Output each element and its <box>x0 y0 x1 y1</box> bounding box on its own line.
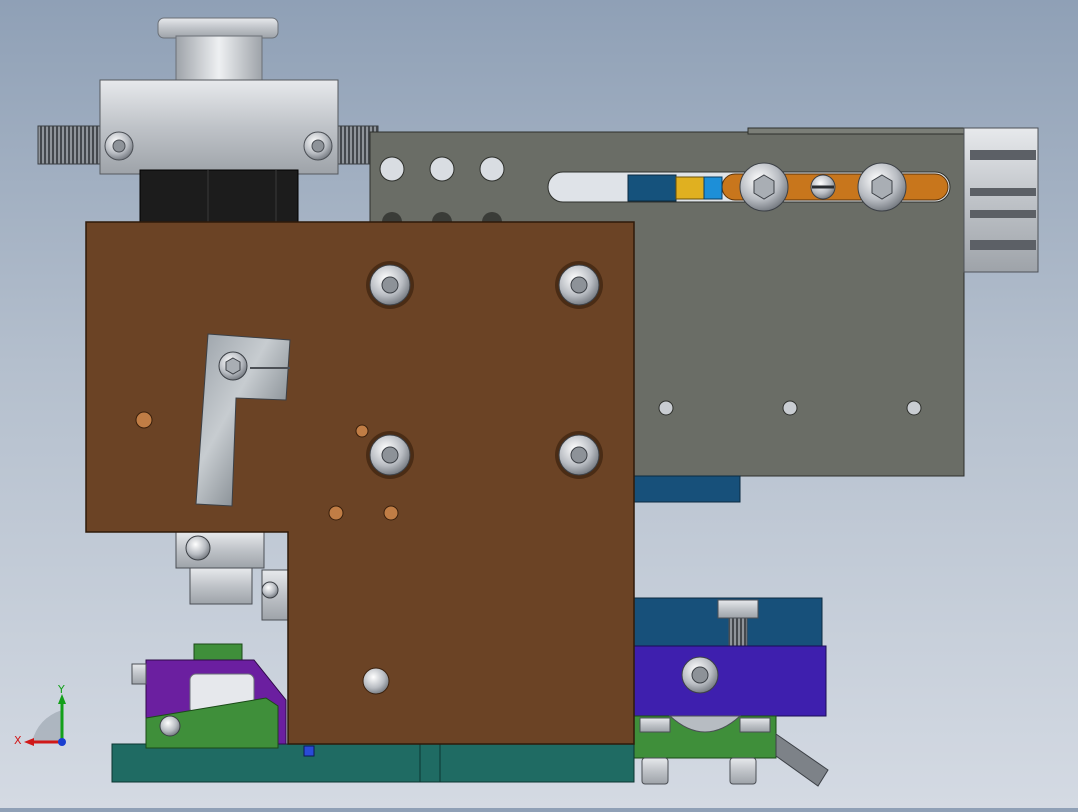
x-axis-label: X <box>14 734 22 747</box>
silver-block-lower <box>189 567 253 605</box>
green-cap-block <box>193 643 243 661</box>
slot-bolt-left <box>739 162 789 212</box>
triad-plane-shade <box>32 710 62 742</box>
top-knob <box>157 17 279 81</box>
cad-model-canvas[interactable] <box>0 0 1078 808</box>
housing-bolt-right <box>303 131 333 161</box>
z-axis-dot <box>58 738 66 746</box>
right-end-cap <box>963 127 1039 273</box>
slot-screw-middle <box>810 174 836 200</box>
purple-block-pin <box>131 663 147 685</box>
gray-plate-top-rail <box>747 127 965 135</box>
x-axis-arrowhead <box>24 738 34 746</box>
housing-bolt-left <box>104 131 134 161</box>
angled-lever <box>775 733 829 787</box>
green-support-block <box>633 715 777 759</box>
brown-plate-lower-hole <box>362 667 390 695</box>
slot-bolt-right <box>857 162 907 212</box>
teal-base-plate <box>111 743 635 783</box>
indigo-block-bolt <box>681 656 719 694</box>
axis-triad: Y X <box>14 683 84 754</box>
black-spacer-block <box>139 169 299 225</box>
silver-block-upper <box>175 531 265 569</box>
blue-indicator <box>627 174 677 202</box>
adjuster-housing <box>99 79 339 175</box>
indigo-clamp-block <box>633 645 827 717</box>
y-axis-label: Y <box>57 684 65 696</box>
cyan-indicator <box>703 176 723 200</box>
brass-indicator <box>675 176 705 200</box>
blue-bottom-tab <box>633 475 741 503</box>
cad-viewport[interactable] <box>0 0 1078 808</box>
support-pins <box>641 757 757 785</box>
